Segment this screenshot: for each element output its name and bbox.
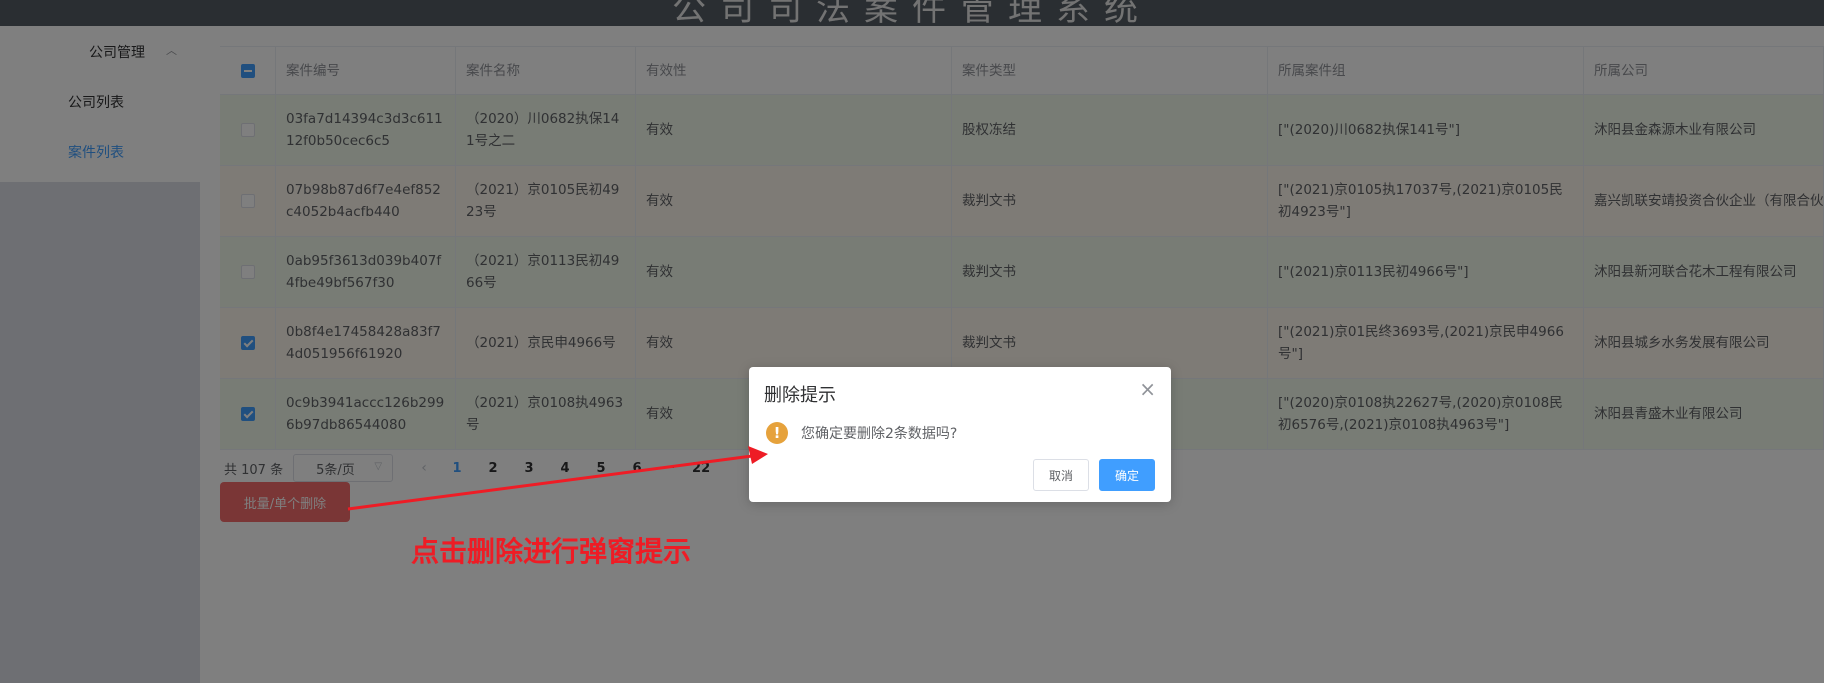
modal-overlay[interactable] [0,0,1824,683]
confirm-button[interactable]: 确定 [1099,459,1155,491]
delete-confirm-dialog: 删除提示 × ! 您确定要删除2条数据吗? 取消 确定 [749,367,1171,502]
dialog-title: 删除提示 [764,385,836,406]
dialog-message: 您确定要删除2条数据吗? [801,426,958,442]
cancel-button[interactable]: 取消 [1033,459,1089,491]
close-icon[interactable]: × [1139,377,1156,401]
annotation-text: 点击删除进行弹窗提示 [411,535,692,568]
warning-icon: ! [766,422,788,444]
